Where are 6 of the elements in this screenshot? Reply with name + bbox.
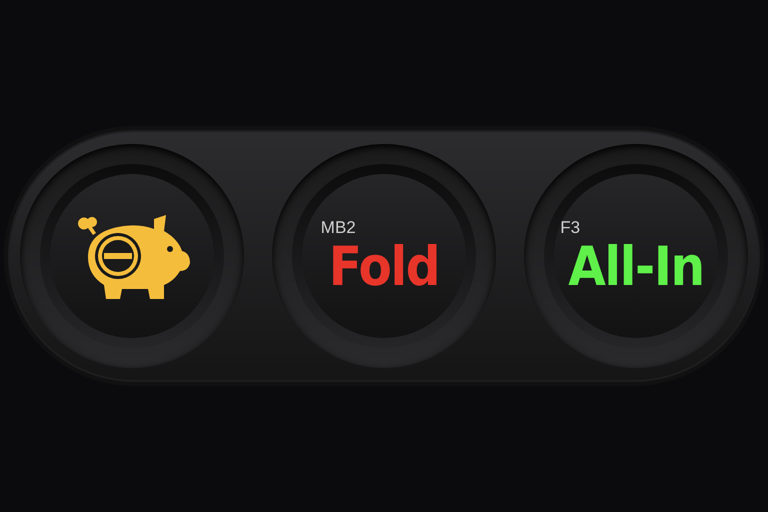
round-button[interactable]: F3 All-In [524,144,748,368]
action-label: Fold [328,240,440,294]
shortcut-label: MB2 [320,218,356,236]
shortcut-label: F3 [560,218,580,236]
round-button[interactable]: MB2 Fold [272,144,496,368]
action-label: All-In [568,240,704,294]
